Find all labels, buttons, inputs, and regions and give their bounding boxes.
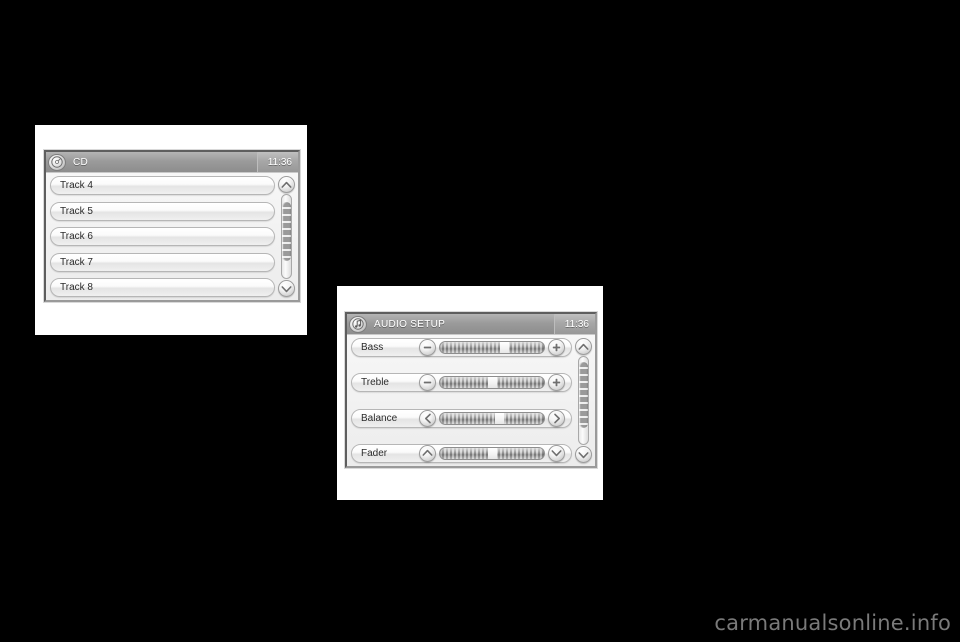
setting-label: Treble bbox=[361, 377, 389, 389]
minus-icon[interactable] bbox=[419, 339, 436, 356]
audio-setup-screen: AUDIO SETUP 11:36 Bass Treble Balance Fa… bbox=[345, 312, 597, 468]
cd-track-list-screen: CD 11:36 Track 4 Track 5 Track 6 Track 7… bbox=[44, 150, 300, 302]
audio-note-icon bbox=[349, 315, 367, 333]
audio-clock: 11:36 bbox=[553, 314, 595, 334]
track-label: Track 6 bbox=[60, 231, 93, 242]
minus-icon[interactable] bbox=[419, 374, 436, 392]
cd-scrollbar-track[interactable] bbox=[281, 194, 292, 279]
chevron-down-icon[interactable] bbox=[548, 444, 565, 462]
track-label: Track 4 bbox=[60, 180, 93, 191]
fader-slider-marker[interactable] bbox=[487, 447, 497, 459]
audio-screen-body: Bass Treble Balance Fader bbox=[347, 335, 595, 466]
bass-slider-marker[interactable] bbox=[499, 342, 509, 353]
list-item[interactable]: Track 4 bbox=[50, 176, 275, 195]
site-watermark: carmanualsonline.info bbox=[714, 611, 951, 635]
chevron-up-icon[interactable] bbox=[419, 444, 436, 462]
audio-scrollbar-track[interactable] bbox=[578, 356, 589, 445]
setting-row-treble[interactable]: Treble bbox=[351, 373, 572, 393]
screenshot-page: CD 11:36 Track 4 Track 5 Track 6 Track 7… bbox=[0, 0, 960, 642]
setting-label: Fader bbox=[361, 447, 388, 459]
chevron-right-icon[interactable] bbox=[548, 409, 565, 427]
plus-icon[interactable] bbox=[548, 374, 565, 392]
setting-row-bass[interactable]: Bass bbox=[351, 338, 572, 357]
audio-scrollbar-thumb[interactable] bbox=[579, 362, 588, 429]
audio-title-text: AUDIO SETUP bbox=[374, 318, 446, 330]
setting-label: Bass bbox=[361, 342, 384, 353]
list-item[interactable]: Track 6 bbox=[50, 227, 275, 246]
treble-slider[interactable] bbox=[439, 376, 545, 390]
chevron-down-icon[interactable] bbox=[575, 446, 592, 463]
plus-icon[interactable] bbox=[548, 339, 565, 356]
balance-slider[interactable] bbox=[439, 411, 545, 425]
setting-label: Balance bbox=[361, 412, 398, 424]
fader-slider[interactable] bbox=[439, 446, 545, 460]
cd-scrollbar-thumb[interactable] bbox=[282, 201, 291, 262]
track-label: Track 8 bbox=[60, 282, 93, 293]
list-item[interactable]: Track 5 bbox=[50, 201, 275, 221]
audio-settings-list: Bass Treble Balance Fader bbox=[351, 338, 572, 463]
cd-scrollbar[interactable] bbox=[278, 176, 295, 297]
cd-screen-body: Track 4 Track 5 Track 6 Track 7 Track 8 bbox=[46, 173, 298, 300]
audio-scrollbar[interactable] bbox=[575, 338, 592, 463]
cd-track-list: Track 4 Track 5 Track 6 Track 7 Track 8 bbox=[50, 176, 275, 297]
balance-slider-marker[interactable] bbox=[494, 412, 504, 424]
chevron-up-icon[interactable] bbox=[278, 176, 295, 193]
treble-slider-marker[interactable] bbox=[487, 377, 497, 389]
track-label: Track 7 bbox=[60, 256, 93, 268]
list-item[interactable]: Track 7 bbox=[50, 252, 275, 272]
cd-disc-icon bbox=[48, 153, 66, 171]
track-label: Track 5 bbox=[60, 205, 93, 217]
cd-title-text: CD bbox=[73, 156, 89, 168]
audio-titlebar: AUDIO SETUP 11:36 bbox=[347, 314, 595, 335]
cd-clock: 11:36 bbox=[256, 152, 298, 172]
chevron-left-icon[interactable] bbox=[419, 409, 436, 427]
chevron-down-icon[interactable] bbox=[278, 280, 295, 297]
setting-row-balance[interactable]: Balance bbox=[351, 408, 572, 428]
list-item[interactable]: Track 8 bbox=[50, 278, 275, 297]
bass-slider[interactable] bbox=[439, 341, 545, 354]
chevron-up-icon[interactable] bbox=[575, 338, 592, 355]
cd-titlebar: CD 11:36 bbox=[46, 152, 298, 173]
setting-row-fader[interactable]: Fader bbox=[351, 443, 572, 463]
